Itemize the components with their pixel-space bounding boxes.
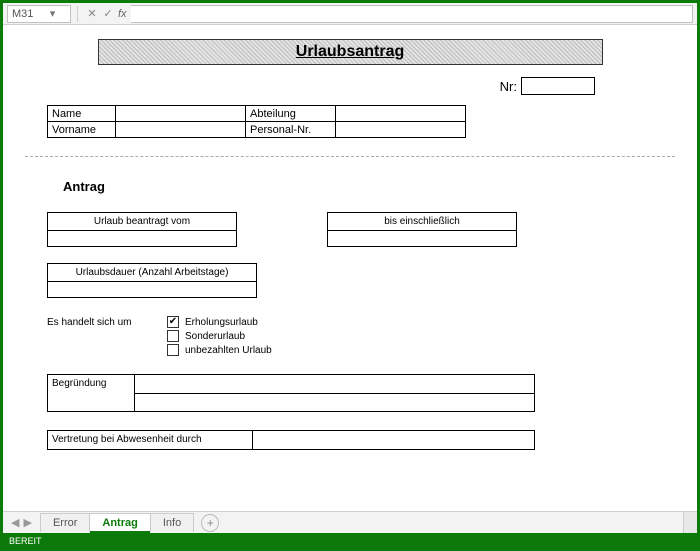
label-vorname: Vorname (48, 122, 116, 138)
vacation-type-row: Es handelt sich um ✔ Erholungsurlaub Son… (47, 316, 675, 356)
formula-bar: M31 ▾ ✕ ✓ fx (3, 3, 697, 25)
check-label: Erholungsurlaub (185, 317, 258, 328)
dauer-label: Urlaubsdauer (Anzahl Arbeitstage) (47, 263, 257, 282)
accept-icon[interactable]: ✓ (100, 7, 116, 20)
document-title-band: Urlaubsantrag (98, 39, 603, 65)
vertretung-label: Vertretung bei Abwesenheit durch (47, 430, 253, 450)
nr-input[interactable] (521, 77, 595, 95)
beantragt-vom-label: Urlaub beantragt vom (47, 212, 237, 231)
begruendung-input[interactable] (135, 374, 535, 412)
info-table: Name Abteilung Vorname Personal-Nr. (47, 105, 466, 138)
value-personalnr[interactable] (336, 122, 466, 138)
check-label: Sonderurlaub (185, 331, 245, 342)
label-name: Name (48, 106, 116, 122)
value-name[interactable] (116, 106, 246, 122)
checkbox-icon: ✔ (167, 316, 179, 328)
label-personalnr: Personal-Nr. (246, 122, 336, 138)
begruendung-block: Begründung (47, 374, 675, 412)
table-row: Name Abteilung (48, 106, 466, 122)
nav-prev-icon[interactable]: ◀ (11, 516, 19, 529)
document-content: Urlaubsantrag Nr: Name Abteilung Vorname… (3, 25, 693, 450)
beantragt-vom-input[interactable] (47, 231, 237, 247)
check-sonderurlaub[interactable]: Sonderurlaub (167, 330, 272, 342)
nr-label: Nr: (500, 79, 517, 94)
fx-icon[interactable]: fx (118, 8, 127, 20)
es-handelt-label: Es handelt sich um (47, 316, 167, 328)
worksheet-area[interactable]: Urlaubsantrag Nr: Name Abteilung Vorname… (3, 25, 697, 517)
cancel-icon[interactable]: ✕ (84, 7, 100, 20)
cell-reference: M31 (12, 8, 39, 20)
table-row: Vorname Personal-Nr. (48, 122, 466, 138)
add-sheet-button[interactable]: + (201, 514, 219, 532)
begruendung-label: Begründung (47, 374, 135, 412)
beantragt-vom-block: Urlaub beantragt vom (47, 212, 237, 247)
bis-input[interactable] (327, 231, 517, 247)
vacation-type-checks: ✔ Erholungsurlaub Sonderurlaub unbezahlt… (167, 316, 272, 356)
formula-input[interactable] (131, 5, 693, 23)
bis-label: bis einschließlich (327, 212, 517, 231)
dauer-block: Urlaubsdauer (Anzahl Arbeitstage) (47, 263, 257, 298)
sheet-tabs-row: ◀ ▶ Error Antrag Info + (3, 511, 697, 533)
checkbox-icon (167, 330, 179, 342)
check-unbezahlter-urlaub[interactable]: unbezahlten Urlaub (167, 344, 272, 356)
nr-row: Nr: (25, 77, 595, 95)
status-bar: BEREIT (3, 533, 697, 548)
tab-error[interactable]: Error (40, 513, 90, 532)
value-abteilung[interactable] (336, 106, 466, 122)
tabs-nav: ◀ ▶ (3, 516, 40, 529)
name-box-dropdown-icon[interactable]: ▾ (39, 7, 66, 20)
separator (77, 6, 78, 22)
value-vorname[interactable] (116, 122, 246, 138)
name-box[interactable]: M31 ▾ (7, 5, 71, 23)
horizontal-scrollbar[interactable] (683, 512, 697, 533)
vertretung-input[interactable] (253, 430, 535, 450)
tab-info[interactable]: Info (150, 513, 194, 532)
antrag-heading: Antrag (63, 179, 675, 194)
divider (25, 156, 675, 157)
checkbox-icon (167, 344, 179, 356)
bis-block: bis einschließlich (327, 212, 517, 247)
status-text: BEREIT (9, 536, 42, 546)
check-label: unbezahlten Urlaub (185, 345, 272, 356)
date-range-row: Urlaub beantragt vom bis einschließlich (47, 212, 675, 247)
vertretung-block: Vertretung bei Abwesenheit durch (47, 430, 675, 450)
check-erholungsurlaub[interactable]: ✔ Erholungsurlaub (167, 316, 272, 328)
tab-antrag[interactable]: Antrag (89, 513, 150, 533)
dauer-input[interactable] (47, 282, 257, 298)
nav-next-icon[interactable]: ▶ (23, 516, 31, 529)
label-abteilung: Abteilung (246, 106, 336, 122)
document-title: Urlaubsantrag (296, 43, 404, 61)
